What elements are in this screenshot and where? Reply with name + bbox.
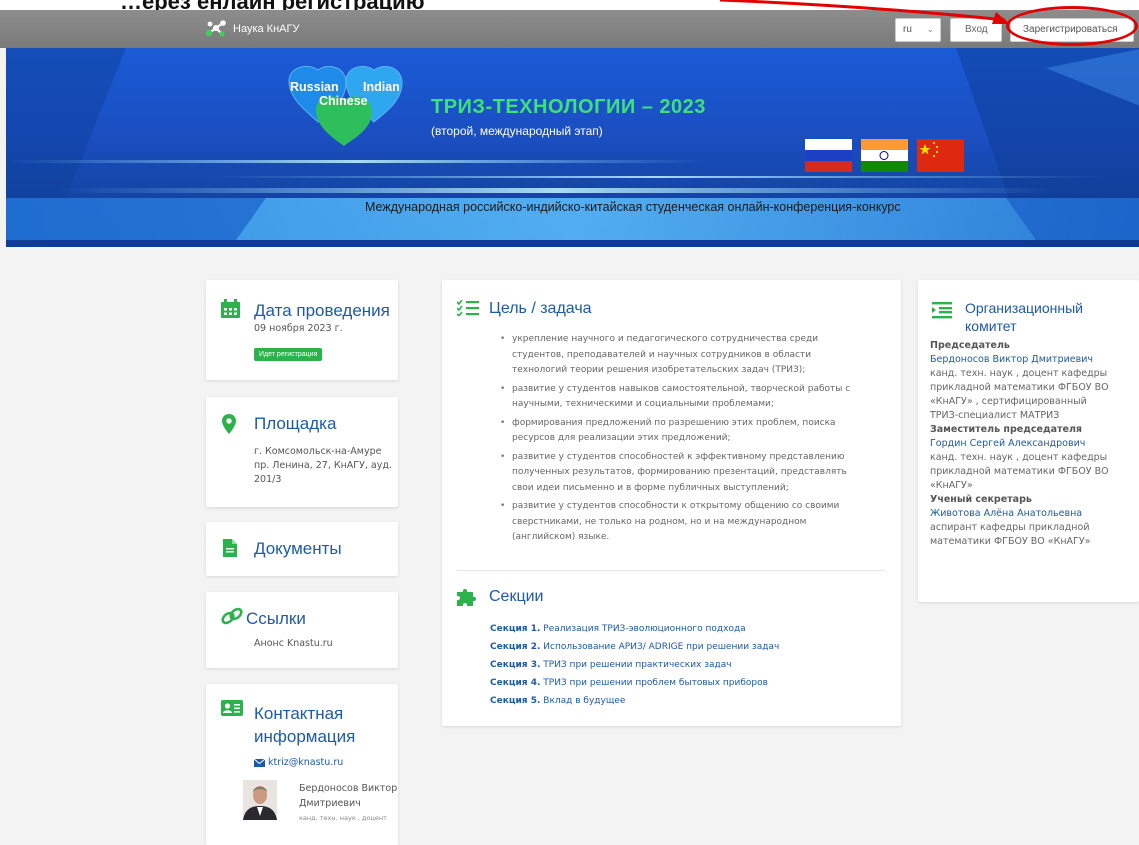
contact-card: Контактная информация ktriz@knastu.ru Бе… [206,684,398,845]
date-title: Дата проведения [254,301,390,320]
contact-email-link[interactable]: ktriz@knastu.ru [268,756,343,770]
cropped-heading-text: …ерез ёнлайн регистрацию [120,0,425,10]
goal-list: укрепление научного и педагогического со… [500,332,880,549]
deputy-label: Заместитель председателя [930,424,1083,435]
flag-russia-icon [805,139,852,172]
goal-item: развитие у студентов навыков самостоятел… [500,382,880,413]
goal-title: Цель / задача [489,300,592,317]
deputy-desc: канд. техн. наук , доцент кафедры [930,452,1108,463]
links-title: Ссылки [246,609,306,628]
venue-line-2: пр. Ленина, 27, КнАГУ, ауд. [254,460,392,471]
goal-item: укрепление научного и педагогического со… [500,332,880,379]
deputy-name-link[interactable]: Гордин Сергей Александрович [930,437,1136,451]
chair-desc: прикладной математики ФГБОУ ВО [930,382,1109,393]
heart-text-chinese: Chinese [319,94,368,108]
brand-name: Наука КнАГУ [233,23,300,35]
contact-name-line-2: Дмитриевич [299,798,361,809]
secretary-desc: аспирант кафедры прикладной [930,522,1090,533]
venue-title: Площадка [254,414,337,433]
contact-position: канд. техн. наук , доцент [299,814,387,822]
divider [457,570,885,571]
heart-text-indian: Indian [363,80,400,94]
banner-subtitle: (второй, международный этап) [431,124,603,138]
chair-desc: канд. техн. наук , доцент кафедры [930,368,1108,379]
register-button[interactable]: Зарегистрироваться [1010,18,1134,42]
date-value: 09 ноября 2023 г. [254,323,343,334]
envelope-icon [254,759,265,767]
calendar-icon [221,299,240,318]
documents-card[interactable]: Документы [206,522,398,576]
contact-title-line-1: Контактная [254,704,344,723]
goal-item: развитие у студентов способностей к эффе… [500,450,880,497]
secretary-desc: математики ФГБОУ ВО «КнАГУ» [930,536,1091,547]
chair-name-link[interactable]: Бердоносов Виктор Дмитриевич [930,353,1136,367]
avatar [243,780,277,820]
links-card: Ссылки Анонс Knastu.ru [206,592,398,668]
top-navbar: Наука КнАГУ ru ⌄ Вход Зарегистрироваться [0,10,1139,48]
announcement-link[interactable]: Анонс Knastu.ru [254,637,333,651]
conference-banner: Russian Indian Chinese [6,48,1139,247]
contact-title-line-2: информация [254,727,356,746]
registration-status-badge: Идет регистрация [254,348,323,361]
sections-title: Секции [489,588,544,605]
section-link-1[interactable]: Секция 1. Реализация ТРИЗ-эволюционного … [490,620,779,638]
section-link-4[interactable]: Секция 4. ТРИЗ при решении проблем бытов… [490,674,779,692]
goal-item: формирования предложений по разрешению э… [500,416,880,447]
date-card: Дата проведения 09 ноября 2023 г. Идет р… [206,280,398,380]
puzzle-icon [457,589,476,606]
chair-label: Председатель [930,340,1010,351]
venue-line-3: 201/3 [254,474,282,485]
chair-desc: ТРИЗ-специалист МАТРИЗ [930,410,1060,421]
documents-title: Документы [254,539,342,558]
checklist-icon [457,300,479,316]
banner-title: ТРИЗ-ТЕХНОЛОГИИ – 2023 [431,96,706,118]
goal-sections-card: Цель / задача укрепление научного и педа… [442,280,901,726]
language-select[interactable]: ru ⌄ [895,18,941,42]
chevron-down-icon: ⌄ [926,24,934,34]
org-committee-list: Председатель Бердоносов Виктор Дмитриеви… [930,339,1136,549]
secretary-label: Ученый секретарь [930,494,1032,505]
section-link-2[interactable]: Секция 2. Использование АРИЗ/ ADRIGE при… [490,638,779,656]
molecule-logo-icon [205,20,226,37]
venue-card: Площадка г. Комсомольск-на-Амуре пр. Лен… [206,397,398,507]
top-cropped-heading: …ерез ёнлайн регистрацию [0,0,1139,10]
sections-list: Секция 1. Реализация ТРИЗ-эволюционного … [490,620,779,710]
chair-desc: «КнАГУ» , сертифицированный [930,396,1087,407]
document-icon [223,539,237,557]
login-button[interactable]: Вход [950,18,1002,42]
section-link-5[interactable]: Секция 5. Вклад в будущее [490,692,779,710]
banner-tagline: Международная российско-индийско-китайск… [365,200,901,214]
banner-background-art [6,48,1139,247]
link-chain-icon [221,607,243,625]
contact-card-icon [221,700,243,716]
deputy-desc: прикладной математики ФГБОУ ВО [930,466,1109,477]
map-pin-icon [222,414,236,434]
secretary-name-link[interactable]: Животова Алёна Анатольевна [930,507,1136,521]
deputy-desc: «КнАГУ» [930,480,973,491]
venue-line-1: г. Комсомольск-на-Амуре [254,446,382,457]
flag-china-icon [917,139,964,172]
organizing-committee-card: Организационный комитет Председатель Бер… [918,280,1139,602]
goal-item: развитие у студентов способности к откры… [500,499,880,546]
flag-india-icon [861,139,908,172]
contact-name-line-1: Бердоносов Виктор [299,783,398,794]
heart-text-russian: Russian [290,80,339,94]
org-title-line-1: Организационный [965,300,1083,316]
section-link-3[interactable]: Секция 3. ТРИЗ при решении практических … [490,656,779,674]
list-indent-icon [932,302,952,319]
brand-link[interactable]: Наука КнАГУ [205,19,299,39]
language-value: ru [903,24,912,35]
org-title-line-2: комитет [965,318,1017,334]
